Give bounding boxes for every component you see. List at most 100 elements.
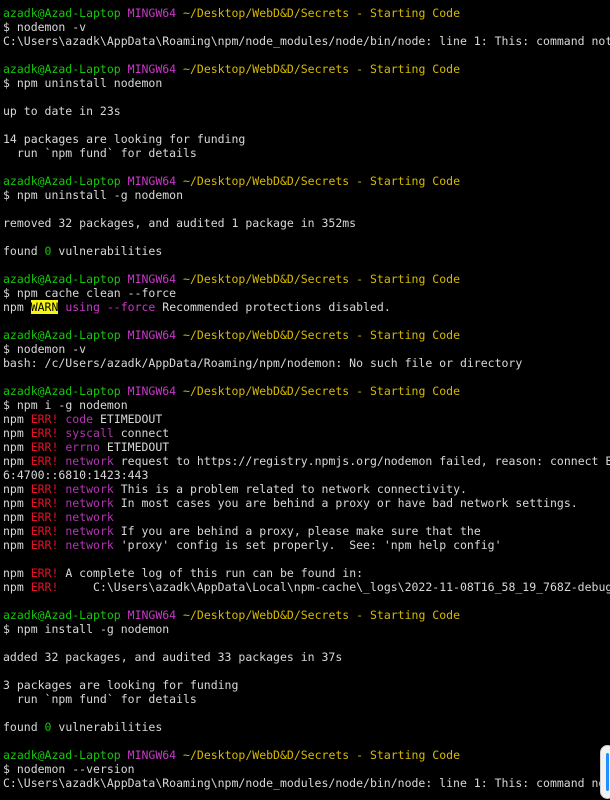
prompt-path: ~/Desktop/WebD&D/Secrets - Starting Code	[183, 6, 460, 20]
output-line: 6:4700::6810:1423:443	[3, 468, 610, 482]
output-text: 3 packages are looking for funding	[3, 678, 239, 692]
prompt-path: ~/Desktop/WebD&D/Secrets - Starting Code	[183, 608, 460, 622]
command-text: nodemon --version	[16, 762, 135, 776]
prompt-line: azadk@Azad-Laptop MINGW64 ~/Desktop/WebD…	[3, 328, 610, 342]
command-line: $ npm cache clean --force	[3, 286, 610, 300]
error-text: ETIMEDOUT	[93, 412, 163, 426]
error-prefix: npm	[3, 496, 31, 510]
output-line: C:\Users\azadk\AppData\Roaming\npm/node_…	[3, 776, 610, 790]
error-text: In most cases you are behind a proxy or …	[113, 496, 578, 510]
prompt-symbol: $	[3, 20, 17, 34]
output-text: added 32 packages, and audited 33 packag…	[3, 650, 343, 664]
output-line: removed 32 packages, and audited 1 packa…	[3, 216, 610, 230]
error-prefix: npm	[3, 524, 31, 538]
scrollbar-thumb[interactable]	[601, 746, 610, 798]
command-text: nodemon -v	[16, 342, 87, 356]
prompt-shell-name: MINGW64	[127, 62, 177, 76]
error-keyword: network	[65, 524, 114, 538]
error-tag: ERR!	[30, 454, 59, 468]
error-prefix: npm	[3, 510, 31, 524]
error-keyword: errno	[65, 440, 100, 454]
error-prefix: npm	[3, 538, 31, 552]
prompt-line: azadk@Azad-Laptop MINGW64 ~/Desktop/WebD…	[3, 608, 610, 622]
error-keyword: network	[65, 510, 114, 524]
prompt-line: azadk@Azad-Laptop MINGW64 ~/Desktop/WebD…	[3, 62, 610, 76]
command-text: npm cache clean --force	[16, 286, 177, 300]
prompt-shell-name: MINGW64	[127, 174, 177, 188]
error-line: npm ERR! C:\Users\azadk\AppData\Local\np…	[3, 580, 610, 594]
error-line: npm ERR! A complete log of this run can …	[3, 566, 610, 580]
found-prefix: found	[3, 720, 45, 734]
terminal-output[interactable]: azadk@Azad-Laptop MINGW64 ~/Desktop/WebD…	[0, 0, 610, 800]
error-prefix: npm	[3, 580, 31, 594]
error-line: npm ERR! syscall connect	[3, 426, 610, 440]
error-prefix: npm	[3, 412, 31, 426]
prompt-line: azadk@Azad-Laptop MINGW64 ~/Desktop/WebD…	[3, 272, 610, 286]
prompt-symbol: $	[3, 342, 17, 356]
output-text: C:\Users\azadk\AppData\Roaming\npm/node_…	[3, 34, 610, 48]
error-tag: ERR!	[30, 412, 59, 426]
error-text: If you are behind a proxy, please make s…	[113, 524, 481, 538]
error-text: ETIMEDOUT	[99, 440, 170, 454]
error-keyword: network	[65, 538, 114, 552]
vulnerabilities-line: found 0 vulnerabilities	[3, 244, 610, 258]
command-line: $ nodemon --version	[3, 762, 610, 776]
error-line: npm ERR! network request to https://regi…	[3, 454, 610, 468]
error-prefix: npm	[3, 440, 31, 454]
error-line: npm ERR! network This is a problem relat…	[3, 482, 610, 496]
command-line: $ npm uninstall nodemon	[3, 76, 610, 90]
error-line: npm ERR! network In most cases you are b…	[3, 496, 610, 510]
warning-line: npm WARN using --force Recommended prote…	[3, 300, 610, 314]
error-tag: ERR!	[30, 524, 59, 538]
error-text: This is a problem related to network con…	[113, 482, 467, 496]
prompt-symbol: $	[3, 398, 17, 412]
error-line: npm ERR! network	[3, 510, 610, 524]
prompt-shell-name: MINGW64	[127, 6, 177, 20]
output-line: added 32 packages, and audited 33 packag…	[3, 650, 610, 664]
scrollbar-thumb-indicator	[606, 753, 609, 791]
output-line: bash: /c/Users/azadk/AppData/Roaming/npm…	[3, 356, 610, 370]
output-text: removed 32 packages, and audited 1 packa…	[3, 216, 357, 230]
found-prefix: found	[3, 244, 45, 258]
error-line: npm ERR! code ETIMEDOUT	[3, 412, 610, 426]
output-text: up to date in 23s	[3, 104, 121, 118]
prompt-path: ~/Desktop/WebD&D/Secrets - Starting Code	[183, 62, 460, 76]
prompt-shell-name: MINGW64	[127, 384, 177, 398]
found-suffix: vulnerabilities	[51, 720, 163, 734]
prompt-path: ~/Desktop/WebD&D/Secrets - Starting Code	[183, 748, 460, 762]
prompt-symbol: $	[3, 622, 17, 636]
found-suffix: vulnerabilities	[51, 244, 163, 258]
command-text: npm uninstall nodemon	[16, 76, 163, 90]
warn-keyword: using --force	[58, 300, 156, 314]
output-line: run `npm fund` for details	[3, 692, 610, 706]
error-keyword: network	[65, 482, 114, 496]
command-line: $ npm uninstall -g nodemon	[3, 188, 610, 202]
prompt-shell-name: MINGW64	[127, 328, 177, 342]
error-text: A complete log of this run can be found …	[58, 566, 364, 580]
command-line: $ nodemon -v	[3, 20, 610, 34]
prompt-user-host: azadk@Azad-Laptop	[3, 328, 121, 342]
error-tag: ERR!	[30, 496, 59, 510]
error-tag: ERR!	[30, 510, 59, 524]
error-line: npm ERR! network 'proxy' config is set p…	[3, 538, 610, 552]
prompt-user-host: azadk@Azad-Laptop	[3, 748, 121, 762]
prompt-symbol: $	[3, 188, 17, 202]
output-text: bash: /c/Users/azadk/AppData/Roaming/npm…	[3, 356, 523, 370]
prompt-symbol: $	[3, 76, 17, 90]
error-tag: ERR!	[30, 440, 59, 454]
error-keyword: network	[65, 454, 114, 468]
command-text: nodemon -v	[16, 20, 87, 34]
error-text: request to https://registry.npmjs.org/no…	[120, 454, 610, 468]
error-tag: ERR!	[30, 538, 59, 552]
output-text: C:\Users\azadk\AppData\Roaming\npm/node_…	[3, 776, 610, 790]
error-prefix: npm	[3, 454, 31, 468]
error-tag: ERR!	[30, 482, 59, 496]
vulnerabilities-line: found 0 vulnerabilities	[3, 720, 610, 734]
